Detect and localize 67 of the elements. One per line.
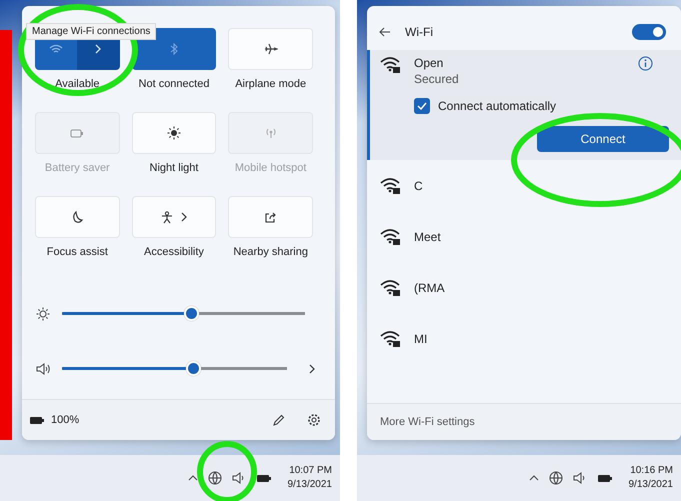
accessibility-icon bbox=[160, 210, 173, 224]
settings-icon[interactable] bbox=[307, 413, 321, 427]
checkmark-icon bbox=[417, 102, 427, 110]
speaker-icon bbox=[36, 362, 50, 374]
bluetooth-icon bbox=[170, 43, 178, 55]
network-item[interactable]: MI bbox=[367, 313, 681, 364]
more-settings-link[interactable]: More Wi-Fi settings bbox=[380, 416, 475, 428]
wifi-lock-icon bbox=[380, 278, 402, 296]
tile-label: Available bbox=[54, 78, 101, 90]
chevron-icon bbox=[180, 212, 187, 222]
clock-date[interactable]: 9/13/2021 bbox=[628, 478, 673, 492]
pencil-icon[interactable] bbox=[272, 414, 285, 426]
network-name: C bbox=[414, 178, 423, 192]
network-name: Meet bbox=[414, 230, 441, 244]
network-item[interactable]: C bbox=[367, 160, 681, 211]
checkbox[interactable] bbox=[414, 98, 430, 114]
chevron-icon[interactable] bbox=[309, 364, 315, 374]
globe-icon[interactable] bbox=[208, 471, 222, 485]
tile-label: Accessibility bbox=[143, 246, 205, 258]
wifi-lock-icon bbox=[380, 56, 402, 74]
moon-icon bbox=[71, 210, 84, 224]
slider-thumb[interactable] bbox=[184, 306, 199, 321]
network-item[interactable]: Meet bbox=[367, 211, 681, 262]
hotspot-icon bbox=[264, 127, 278, 139]
speaker-icon[interactable] bbox=[572, 472, 586, 484]
globe-icon[interactable] bbox=[548, 471, 562, 485]
chevron-up-icon[interactable] bbox=[528, 475, 538, 481]
tile-label: Battery saver bbox=[44, 162, 111, 174]
clock-time[interactable]: 10:07 PM bbox=[289, 464, 332, 478]
chevron-up-icon[interactable] bbox=[188, 475, 198, 481]
airplane-icon bbox=[264, 43, 278, 55]
battery-percentage: 100% bbox=[51, 414, 80, 426]
battery-saver-icon bbox=[70, 128, 84, 138]
checkbox-label: Connect automatically bbox=[438, 99, 556, 113]
network-item[interactable]: (RMA bbox=[367, 262, 681, 313]
tile-label: Nearby sharing bbox=[232, 246, 309, 258]
tile-label: Mobile hotspot bbox=[234, 162, 308, 174]
chevron-icon bbox=[95, 44, 102, 54]
battery-icon[interactable] bbox=[256, 473, 272, 483]
slider-thumb[interactable] bbox=[186, 361, 200, 376]
connect-button[interactable]: Connect bbox=[537, 126, 669, 152]
brightness-icon bbox=[36, 306, 50, 320]
tile-label: Airplane mode bbox=[234, 78, 308, 90]
wifi-lock-icon bbox=[380, 330, 402, 348]
back-arrow-icon[interactable] bbox=[379, 27, 391, 37]
wifi-icon bbox=[49, 44, 64, 54]
tooltip: Manage Wi-Fi connections bbox=[26, 23, 156, 40]
panel-title: Wi-Fi bbox=[405, 25, 433, 39]
share-icon bbox=[264, 210, 278, 224]
network-status: Secured bbox=[414, 72, 459, 86]
network-name: (RMA bbox=[414, 280, 445, 294]
network-name: MI bbox=[414, 332, 428, 346]
network-name: Open bbox=[414, 56, 444, 70]
tile-label: Not connected bbox=[138, 78, 210, 90]
tile-label: Night light bbox=[148, 162, 200, 174]
battery-icon bbox=[29, 415, 45, 425]
speaker-icon[interactable] bbox=[232, 472, 246, 484]
clock-date[interactable]: 9/13/2021 bbox=[288, 478, 332, 492]
network-item-expanded[interactable]: Open Secured Connect automatically Connect bbox=[367, 50, 681, 160]
wifi-toggle[interactable] bbox=[632, 24, 666, 40]
info-icon[interactable] bbox=[638, 56, 653, 71]
battery-icon[interactable] bbox=[596, 473, 612, 483]
clock-time[interactable]: 10:16 PM bbox=[630, 464, 673, 478]
sun-icon bbox=[166, 126, 181, 140]
wifi-lock-icon bbox=[380, 228, 402, 246]
tile-label: Focus assist bbox=[46, 246, 109, 258]
wifi-lock-icon bbox=[380, 176, 402, 194]
